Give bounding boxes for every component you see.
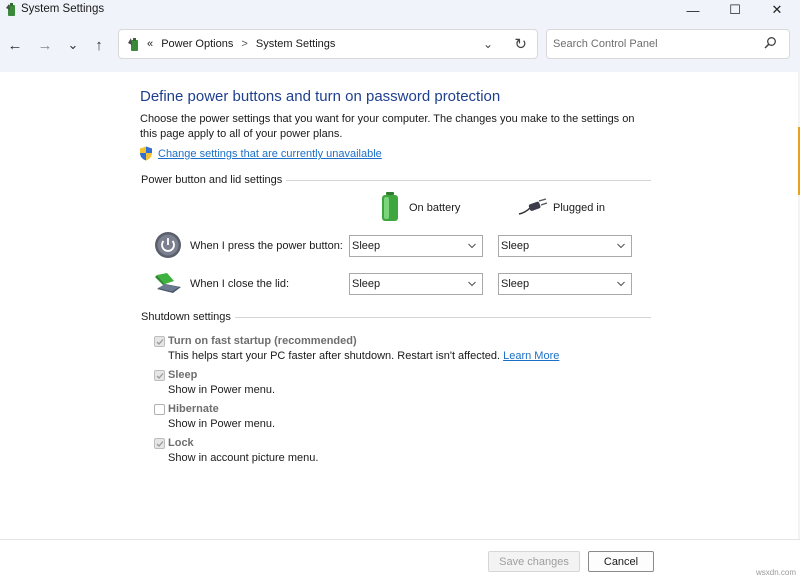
power-options-icon [128, 38, 138, 51]
power-section-label: Power button and lid settings [141, 174, 287, 186]
battery-column-label: On battery [409, 202, 461, 214]
app-icon [6, 3, 15, 16]
search-icon[interactable] [763, 36, 777, 50]
breadcrumb-item[interactable]: Power Options [156, 38, 233, 50]
footer-bar: Save changes Cancel wsxdn.com [0, 539, 800, 576]
cancel-button[interactable]: Cancel [588, 551, 654, 572]
plugged-column-header: Plugged in [518, 192, 628, 222]
maximize-button[interactable]: ☐ [714, 0, 756, 20]
chevron-down-icon [617, 243, 625, 249]
checkmark-icon [156, 373, 164, 379]
lid-row-label: When I close the lid: [190, 278, 290, 290]
battery-column-header: On battery [378, 192, 478, 222]
recent-locations-button[interactable]: ⌄ [62, 34, 84, 56]
hibernate-checkbox[interactable] [154, 404, 165, 415]
close-button[interactable]: ✕ [756, 0, 798, 20]
back-button[interactable]: ← [4, 34, 26, 56]
address-bar[interactable]: « Power Options > System Settings ⌄ ↻ [118, 29, 538, 59]
checkmark-icon [156, 441, 164, 447]
save-changes-button[interactable]: Save changes [488, 551, 580, 572]
sleep-label: Sleep [168, 369, 198, 381]
address-dropdown-button[interactable]: ⌄ [483, 37, 493, 51]
lid-plugged-select[interactable]: Sleep [498, 273, 632, 295]
power-button-row-label: When I press the power button: [190, 240, 343, 252]
hibernate-label: Hibernate [168, 403, 219, 415]
breadcrumb-separator[interactable]: > [236, 38, 252, 50]
search-box[interactable] [546, 29, 790, 59]
chevron-down-icon [468, 243, 476, 249]
power-button-battery-select[interactable]: Sleep [349, 235, 483, 257]
chevron-down-icon [468, 281, 476, 287]
lock-checkbox[interactable] [154, 438, 165, 449]
fast-startup-checkbox[interactable] [154, 336, 165, 347]
select-value: Sleep [501, 278, 530, 290]
lock-label: Lock [168, 437, 194, 449]
lid-battery-select[interactable]: Sleep [349, 273, 483, 295]
fast-startup-label: Turn on fast startup (recommended) [168, 335, 357, 347]
up-button[interactable]: ↑ [88, 34, 110, 56]
select-value: Sleep [352, 240, 381, 252]
checkmark-icon [156, 339, 164, 345]
main-content: Define power buttons and turn on passwor… [0, 72, 798, 539]
uac-shield-icon [140, 146, 152, 161]
shutdown-section-label: Shutdown settings [141, 311, 235, 323]
laptop-lid-icon [155, 273, 181, 293]
breadcrumb-overflow[interactable]: « [147, 38, 153, 50]
refresh-button[interactable]: ↻ [514, 35, 527, 53]
lock-description: Show in account picture menu. [168, 452, 319, 464]
fast-startup-sub-text: This helps start your PC faster after sh… [168, 350, 501, 362]
minimize-button[interactable]: — [672, 0, 714, 20]
learn-more-link[interactable]: Learn More [503, 350, 559, 362]
breadcrumb: « Power Options > System Settings [147, 38, 335, 50]
hibernate-description: Show in Power menu. [168, 418, 275, 430]
window-title: System Settings [21, 3, 105, 15]
power-plug-icon [518, 198, 548, 215]
power-button-plugged-select[interactable]: Sleep [498, 235, 632, 257]
search-input[interactable] [553, 36, 753, 52]
fast-startup-description: This helps start your PC faster after sh… [168, 350, 559, 362]
plugged-column-label: Plugged in [553, 202, 605, 214]
forward-button[interactable]: → [34, 34, 56, 56]
title-bar: System Settings — ☐ ✕ [0, 0, 800, 20]
power-button-icon [155, 232, 181, 258]
breadcrumb-item[interactable]: System Settings [256, 38, 335, 50]
page-title: Define power buttons and turn on passwor… [140, 88, 501, 105]
select-value: Sleep [501, 240, 530, 252]
sleep-checkbox[interactable] [154, 370, 165, 381]
sleep-description: Show in Power menu. [168, 384, 275, 396]
select-value: Sleep [352, 278, 381, 290]
chevron-down-icon [617, 281, 625, 287]
change-settings-link[interactable]: Change settings that are currently unava… [158, 148, 382, 160]
navigation-bar: ← → ⌄ ↑ « Power Options > System Setting… [0, 20, 800, 72]
page-description: Choose the power settings that you want … [140, 113, 635, 140]
watermark: wsxdn.com [755, 568, 796, 576]
battery-icon [382, 192, 398, 221]
